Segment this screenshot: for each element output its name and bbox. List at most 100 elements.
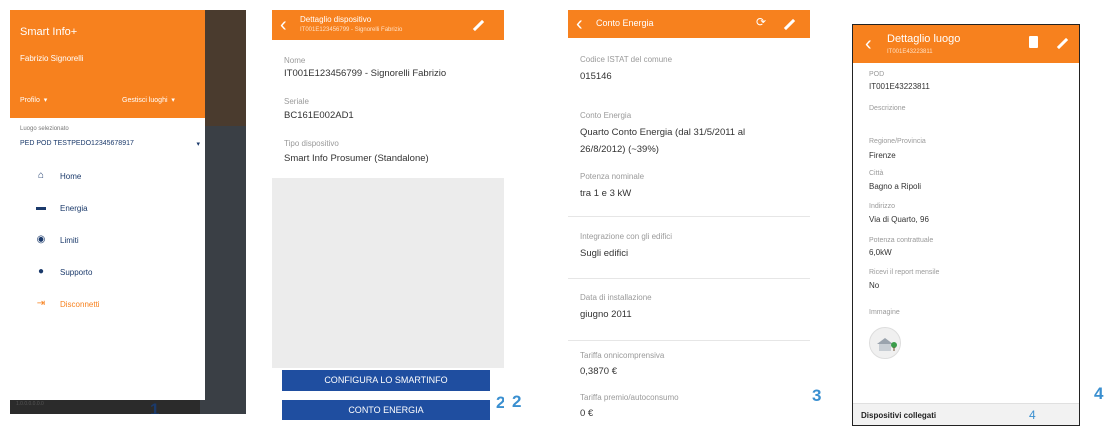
panel-place-detail: ‹ Dettaglio luogo IT001E43223811 POD IT0…: [852, 24, 1080, 426]
page-title: Dettaglio luogo: [887, 33, 961, 45]
house-icon: [877, 338, 897, 351]
field-label-citta: Città: [869, 170, 884, 177]
menu-item-supporto[interactable]: ● Supporto: [10, 262, 205, 282]
field-label-regione: Regione/Provincia: [869, 138, 926, 145]
place-image-thumbnail[interactable]: [869, 327, 901, 359]
menu-item-label: Supporto: [60, 267, 93, 277]
field-value-istat: 015146: [580, 71, 612, 82]
field-label-tariffa-premio: Tariffa premio/autoconsumo: [580, 393, 679, 402]
menu-item-energia[interactable]: ▬ Energia: [10, 198, 205, 218]
field-label-descrizione: Descrizione: [869, 105, 906, 112]
user-name: Fabrizio Signorelli: [20, 54, 84, 63]
field-label-indirizzo: Indirizzo: [869, 203, 896, 210]
field-value-potenza: tra 1 e 3 kW: [580, 188, 632, 199]
field-label-tipo: Tipo dispositivo: [284, 139, 339, 148]
menu-item-label: Energia: [60, 203, 88, 213]
screenshot-index: 2: [496, 393, 504, 412]
app-bar: ‹ Dettaglio dispositivo IT001E123456799 …: [272, 10, 504, 40]
empty-content-area: [272, 178, 504, 368]
selected-place-value: PED POD TESTPEDO12345678917: [20, 140, 134, 147]
field-label-data: Data di installazione: [580, 293, 652, 302]
support-icon: ●: [37, 266, 45, 277]
linked-devices-bar[interactable]: Dispositivi collegati 4: [853, 403, 1079, 425]
divider: [568, 278, 810, 279]
screenshot-index-3: 3: [812, 386, 822, 405]
field-label-integrazione: Integrazione con gli edifici: [580, 232, 673, 241]
page-subtitle: IT001E123456799 - Signorelli Fabrizio: [300, 27, 403, 33]
field-label-pod: POD: [869, 71, 885, 78]
chevron-down-icon: ▾: [41, 97, 48, 104]
field-value-conto: Quarto Conto Energia (dal 31/5/2011 al: [580, 127, 746, 138]
divider: [568, 340, 810, 341]
drawer-header: Smart Info+ Fabrizio Signorelli Profilo …: [10, 10, 205, 118]
chevron-down-icon: ▾: [169, 97, 175, 104]
chevron-down-icon: ▾: [196, 141, 200, 148]
linked-devices-label: Dispositivi collegati: [861, 411, 937, 420]
page-subtitle: IT001E43223811: [887, 49, 933, 55]
field-label-istat: Codice ISTAT del comune: [580, 55, 673, 64]
energy-icon: ▬: [36, 202, 46, 213]
back-icon[interactable]: ‹: [865, 34, 872, 54]
field-label-conto: Conto Energia: [580, 111, 632, 120]
field-label-seriale: Seriale: [284, 97, 309, 106]
refresh-icon[interactable]: ⟳: [756, 15, 766, 29]
field-value-tariffa-premio: 0 €: [580, 408, 594, 419]
panel-device-detail: ‹ Dettaglio dispositivo IT001E123456799 …: [272, 10, 504, 420]
conto-energia-button[interactable]: CONTO ENERGIA: [282, 400, 490, 420]
field-value-pod: IT001E43223811: [869, 82, 930, 91]
page-title: Conto Energia: [596, 18, 654, 28]
edit-icon[interactable]: [1056, 37, 1069, 50]
logout-icon: ⇥: [36, 298, 46, 309]
menu-item-home[interactable]: ⌂ Home: [10, 166, 205, 186]
field-value-report: No: [869, 281, 880, 290]
field-value-nome: IT001E123456799 - Signorelli Fabrizio: [284, 68, 447, 79]
edit-icon[interactable]: [472, 19, 485, 32]
selected-place-label: Luogo selezionato: [20, 126, 69, 132]
drawer: Smart Info+ Fabrizio Signorelli Profilo …: [10, 10, 205, 414]
profile-dropdown[interactable]: Profilo ▾: [20, 96, 47, 104]
page-title: Dettaglio dispositivo: [300, 15, 372, 24]
back-icon[interactable]: ‹: [280, 15, 287, 35]
edit-icon[interactable]: [783, 18, 796, 31]
app-version: 1.0.0.0.0.0.0: [16, 401, 44, 407]
delete-icon[interactable]: [1029, 36, 1038, 48]
back-icon[interactable]: ‹: [576, 14, 583, 34]
limits-icon: ◉: [36, 234, 46, 245]
field-label-nome: Nome: [284, 56, 306, 65]
screenshot-index-2: 2: [512, 392, 522, 411]
field-label-tariffa-onni: Tariffa onnicomprensiva: [580, 351, 665, 360]
field-value-regione: Firenze: [869, 151, 896, 160]
menu-item-label: Limiti: [60, 235, 79, 245]
field-value-tariffa-onni: 0,3870 €: [580, 366, 617, 377]
panel-navigation-drawer: Smart Info+ Fabrizio Signorelli Profilo …: [10, 10, 246, 414]
app-bar: ‹ Dettaglio luogo IT001E43223811: [853, 25, 1079, 63]
field-label-immagine: Immagine: [869, 309, 900, 316]
field-value-integrazione: Sugli edifici: [580, 248, 629, 259]
field-value-conto-line2: 26/8/2012) (~39%): [580, 144, 659, 155]
field-label-report: Ricevi il report mensile: [869, 269, 940, 276]
field-value-seriale: BC161E002AD1: [284, 110, 354, 121]
menu-item-label: Disconnetti: [60, 299, 100, 309]
panel-conto-energia: ‹ Conto Energia ⟳ Codice ISTAT del comun…: [568, 10, 810, 430]
field-value-potenza: 6,0kW: [869, 248, 892, 257]
profile-label: Profilo: [20, 97, 40, 104]
selected-place-select[interactable]: PED POD TESTPEDO12345678917 ▾: [20, 140, 200, 148]
field-value-tipo: Smart Info Prosumer (Standalone): [284, 153, 429, 164]
switch-place-dropdown[interactable]: Gestisci luoghi ▾: [122, 96, 175, 104]
switch-place-label: Gestisci luoghi: [122, 97, 168, 104]
divider: [568, 216, 810, 217]
home-icon: ⌂: [37, 170, 45, 181]
screenshot-index: 1: [150, 400, 160, 414]
field-label-potenza: Potenza nominale: [580, 172, 645, 181]
app-title: Smart Info+: [20, 26, 78, 38]
background-app-orange-bar: [200, 10, 246, 126]
screenshot-index-4: 4: [1094, 384, 1104, 403]
menu-item-label: Home: [60, 171, 82, 181]
field-value-data: giugno 2011: [580, 309, 632, 320]
field-value-indirizzo: Via di Quarto, 96: [869, 215, 929, 224]
field-label-potenza: Potenza contrattuale: [869, 237, 934, 244]
configure-smartinfo-button[interactable]: CONFIGURA LO SMARTINFO: [282, 370, 490, 391]
menu-item-disconnetti[interactable]: ⇥ Disconnetti: [10, 294, 205, 314]
app-bar: ‹ Conto Energia ⟳: [568, 10, 810, 38]
menu-item-limiti[interactable]: ◉ Limiti: [10, 230, 205, 250]
